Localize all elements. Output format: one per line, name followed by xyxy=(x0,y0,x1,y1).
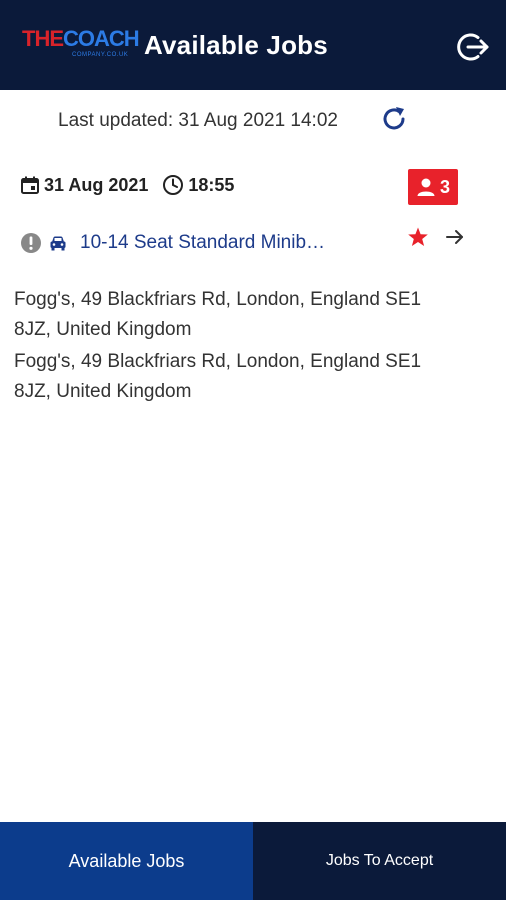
favorite-button[interactable] xyxy=(406,225,430,249)
job-date: 31 Aug 2021 xyxy=(44,174,149,195)
job-time: 18:55 xyxy=(188,174,235,195)
calendar-icon xyxy=(21,176,39,194)
clock-icon xyxy=(163,175,184,195)
star-icon xyxy=(408,227,428,246)
arrow-right-icon xyxy=(446,230,463,244)
refresh-icon xyxy=(383,107,405,130)
pickup-address: Fogg's, 49 Blackfriars Rd, London, Engla… xyxy=(14,289,422,340)
passenger-count-badge: 3 xyxy=(408,169,458,205)
dropoff-address: Fogg's, 49 Blackfriars Rd, London, Engla… xyxy=(14,351,422,402)
alert-icon xyxy=(21,233,41,253)
logo-subtext: COMPANY.CO.UK xyxy=(72,52,129,58)
company-logo: THECOACH COMPANY.CO.UK xyxy=(22,26,140,66)
bottom-navigation: Available Jobs Jobs To Accept xyxy=(0,822,506,900)
vehicle-row: 10-14 Seat Standard Minib… xyxy=(20,232,400,254)
view-job-button[interactable] xyxy=(442,224,468,250)
tab-jobs-to-accept[interactable]: Jobs To Accept xyxy=(253,822,506,900)
refresh-button[interactable] xyxy=(380,105,408,133)
passenger-count: 3 xyxy=(439,176,450,197)
logout-icon xyxy=(457,33,489,61)
tab-available-jobs[interactable]: Available Jobs xyxy=(0,822,253,900)
logout-button[interactable] xyxy=(456,29,492,65)
logo-the-text: THE xyxy=(22,26,64,51)
last-updated-text: Last updated: 31 Aug 2021 14:02 xyxy=(58,110,338,131)
vehicle-type: 10-14 Seat Standard Minib… xyxy=(80,232,326,253)
car-icon xyxy=(50,236,66,251)
person-icon xyxy=(417,178,435,196)
app-header: THECOACH COMPANY.CO.UK Available Jobs xyxy=(0,0,506,90)
page-title: Available Jobs xyxy=(144,30,328,60)
job-datetime: 31 Aug 2021 18:55 xyxy=(20,174,234,196)
logo-coach-text: COACH xyxy=(63,26,140,51)
